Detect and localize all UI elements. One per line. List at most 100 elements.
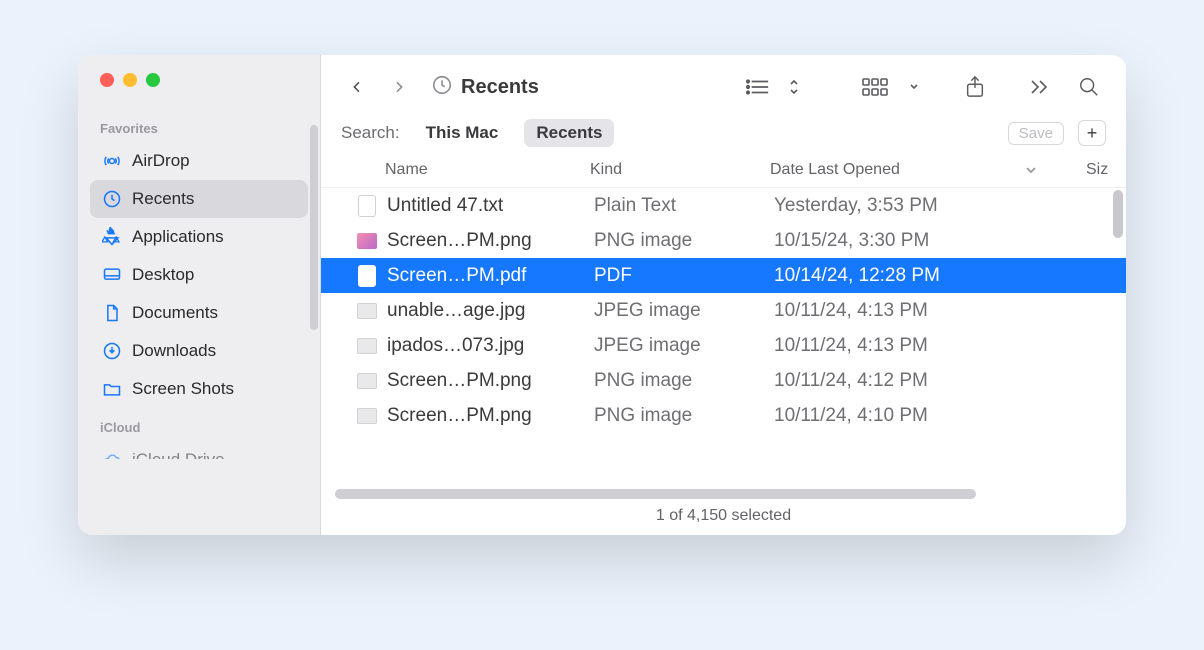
file-row[interactable]: Untitled 47.txtPlain TextYesterday, 3:53…: [321, 188, 1126, 223]
desktop-icon: [102, 265, 122, 285]
file-icon: [355, 229, 379, 253]
sidebar-item-label: Screen Shots: [132, 379, 234, 399]
file-kind: JPEG image: [594, 300, 774, 322]
file-kind: PNG image: [594, 230, 774, 252]
share-button[interactable]: [958, 71, 992, 103]
sidebar-item-label: AirDrop: [132, 151, 190, 171]
file-name: Screen…PM.png: [387, 230, 594, 252]
file-kind: Plain Text: [594, 195, 774, 217]
sidebar-item-screenshots[interactable]: Screen Shots: [90, 370, 308, 408]
sidebar-item-downloads[interactable]: Downloads: [90, 332, 308, 370]
file-kind: PDF: [594, 265, 774, 287]
chevron-down-icon: [1024, 163, 1038, 182]
view-switcher-caret[interactable]: [782, 71, 806, 103]
zoom-window-button[interactable]: [146, 73, 160, 87]
sidebar-item-label: Applications: [132, 227, 224, 247]
search-label: Search:: [341, 123, 400, 143]
file-name: ipados…073.jpg: [387, 335, 594, 357]
file-icon: [355, 194, 379, 218]
sidebar-item-recents[interactable]: Recents: [90, 180, 308, 218]
save-search-button[interactable]: Save: [1008, 122, 1064, 145]
horizontal-scrollbar[interactable]: [335, 489, 976, 499]
airdrop-icon: [102, 151, 122, 171]
sidebar-item-icloud-drive[interactable]: iCloud Drive: [90, 441, 308, 459]
search-scope-bar: Search: This Mac Recents Save +: [321, 107, 1126, 157]
file-date: 10/11/24, 4:12 PM: [774, 370, 1126, 392]
add-criteria-button[interactable]: +: [1078, 120, 1106, 146]
group-caret[interactable]: [902, 71, 926, 103]
status-bar: 1 of 4,150 selected: [321, 499, 1126, 535]
file-row[interactable]: Screen…PM.pngPNG image10/11/24, 4:12 PM: [321, 363, 1126, 398]
cloud-icon: [102, 450, 122, 459]
file-icon: [355, 334, 379, 358]
sidebar-icloud-list: iCloud Drive: [78, 441, 320, 459]
forward-button[interactable]: [383, 71, 415, 103]
file-date: 10/11/24, 4:13 PM: [774, 335, 1126, 357]
sidebar-item-desktop[interactable]: Desktop: [90, 256, 308, 294]
file-name: Screen…PM.png: [387, 405, 594, 427]
main-panel: Recents: [321, 55, 1126, 535]
sidebar-item-documents[interactable]: Documents: [90, 294, 308, 332]
file-row[interactable]: Screen…PM.pdfPDF10/14/24, 12:28 PM: [321, 258, 1126, 293]
sidebar-section-icloud-label: iCloud: [78, 408, 320, 441]
search-button[interactable]: [1072, 71, 1106, 103]
file-name: unable…age.jpg: [387, 300, 594, 322]
file-row[interactable]: unable…age.jpgJPEG image10/11/24, 4:13 P…: [321, 293, 1126, 328]
file-list: Untitled 47.txtPlain TextYesterday, 3:53…: [321, 188, 1126, 483]
overflow-button[interactable]: [1022, 71, 1056, 103]
file-icon: [355, 369, 379, 393]
sidebar-item-airdrop[interactable]: AirDrop: [90, 142, 308, 180]
sidebar-item-label: Downloads: [132, 341, 216, 361]
file-icon: [355, 264, 379, 288]
group-button[interactable]: [856, 71, 896, 103]
file-date: 10/15/24, 3:30 PM: [774, 230, 1126, 252]
file-kind: PNG image: [594, 370, 774, 392]
sidebar-item-applications[interactable]: Applications: [90, 218, 308, 256]
document-icon: [102, 303, 122, 323]
apps-icon: [102, 227, 122, 247]
back-button[interactable]: [341, 71, 373, 103]
clock-icon: [431, 74, 453, 101]
file-row[interactable]: ipados…073.jpgJPEG image10/11/24, 4:13 P…: [321, 328, 1126, 363]
column-header-date-label: Date Last Opened: [770, 161, 900, 178]
scope-this-mac[interactable]: This Mac: [414, 119, 511, 147]
file-row[interactable]: Screen…PM.pngPNG image10/11/24, 4:10 PM: [321, 398, 1126, 433]
sidebar-item-label: Recents: [132, 189, 194, 209]
sidebar-item-label: iCloud Drive: [132, 450, 225, 459]
file-kind: PNG image: [594, 405, 774, 427]
file-kind: JPEG image: [594, 335, 774, 357]
title-group: Recents: [431, 74, 539, 101]
folder-icon: [102, 379, 122, 399]
file-icon: [355, 299, 379, 323]
traffic-lights: [78, 55, 320, 109]
finder-window: Favorites AirDrop Recents Applications: [78, 55, 1126, 535]
file-date: Yesterday, 3:53 PM: [774, 195, 1126, 217]
sidebar-favorites-list: AirDrop Recents Applications Desktop: [78, 142, 320, 408]
file-name: Untitled 47.txt: [387, 195, 594, 217]
file-date: 10/11/24, 4:13 PM: [774, 300, 1126, 322]
column-header-date[interactable]: Date Last Opened: [770, 161, 1086, 179]
view-list-button[interactable]: [740, 71, 778, 103]
sidebar: Favorites AirDrop Recents Applications: [78, 55, 321, 535]
sidebar-item-label: Documents: [132, 303, 218, 323]
sidebar-scrollbar[interactable]: [310, 125, 318, 330]
sidebar-section-favorites-label: Favorites: [78, 109, 320, 142]
file-name: Screen…PM.png: [387, 370, 594, 392]
column-header-size[interactable]: Siz: [1086, 161, 1126, 179]
column-header-name[interactable]: Name: [385, 161, 590, 179]
vertical-scrollbar[interactable]: [1113, 190, 1123, 238]
file-row[interactable]: Screen…PM.pngPNG image10/15/24, 3:30 PM: [321, 223, 1126, 258]
column-headers: Name Kind Date Last Opened Siz: [321, 157, 1126, 188]
close-window-button[interactable]: [100, 73, 114, 87]
download-icon: [102, 341, 122, 361]
file-date: 10/14/24, 12:28 PM: [774, 265, 1126, 287]
sidebar-item-label: Desktop: [132, 265, 194, 285]
window-title: Recents: [461, 76, 539, 99]
column-header-kind[interactable]: Kind: [590, 161, 770, 179]
file-icon: [355, 404, 379, 428]
scope-recents[interactable]: Recents: [524, 119, 614, 147]
file-name: Screen…PM.pdf: [387, 265, 594, 287]
toolbar: Recents: [321, 55, 1126, 107]
minimize-window-button[interactable]: [123, 73, 137, 87]
clock-icon: [102, 189, 122, 209]
